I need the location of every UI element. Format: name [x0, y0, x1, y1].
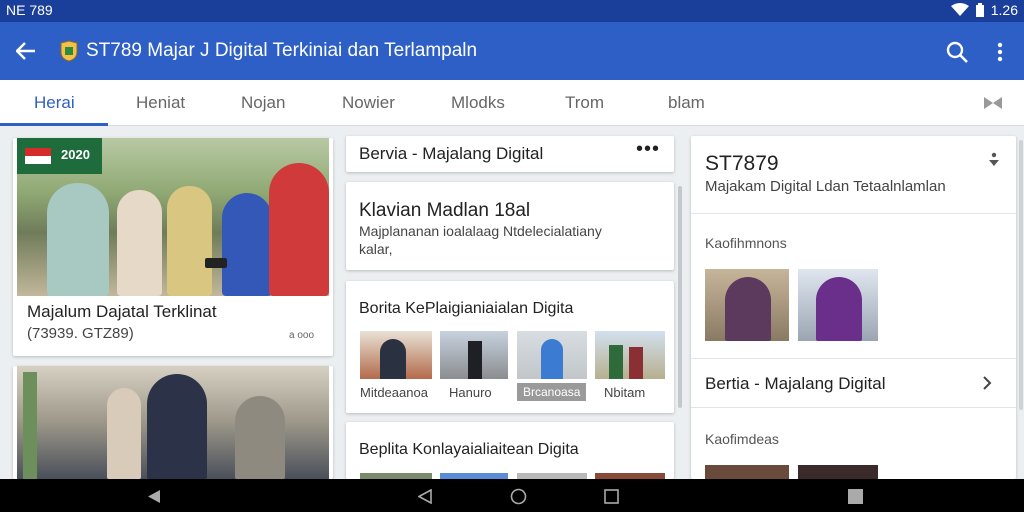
tab-herai[interactable]: Herai [34, 93, 75, 113]
more-horiz-icon[interactable]: ••• [636, 138, 660, 161]
hero-title: Majalum Dajatal Terklinat [27, 302, 217, 321]
man-in-suit [147, 374, 207, 479]
status-time: 1.26 [990, 2, 1018, 18]
section2-label: Kaofimdeas [705, 431, 779, 447]
gallery-thumb-4[interactable] [595, 331, 665, 379]
shield-logo-icon [60, 40, 78, 62]
app-bar: ST789 Majar J Digital Terkiniai dan Terl… [0, 22, 1024, 80]
gallery-card[interactable]: Borita KePlaigianiaialan Digita Mitdeaan… [346, 281, 674, 413]
phone-in-hand [205, 258, 227, 268]
back-triangle-icon[interactable] [147, 489, 161, 504]
gallery-caption-2: Hanuro [449, 385, 492, 400]
recents-square-icon[interactable] [604, 489, 619, 504]
divider-3 [691, 407, 1016, 408]
article-snippet-1: Majplananan ioalalaag Ntdelecialatiany [359, 223, 602, 239]
link-row[interactable]: Bertia - Majalang Digital [691, 359, 1016, 407]
hero-subtitle: (73939. GTZ89) [27, 325, 134, 342]
more-vert-icon[interactable] [996, 42, 1004, 62]
profile-subtitle: Majakam Digital Ldan Tetaalnlamlan [705, 178, 946, 195]
profile-title: ST7879 [705, 152, 779, 175]
back-arrow-icon[interactable] [16, 42, 36, 60]
second-news-card[interactable] [13, 366, 333, 479]
chevron-right-icon [983, 376, 992, 390]
status-left-text: NE 789 [6, 2, 53, 18]
tab-indicator [0, 123, 108, 126]
gallery-caption-1: Mitdeaanoa [360, 385, 428, 400]
person-right [235, 396, 285, 479]
tab-trom[interactable]: Trom [565, 93, 604, 113]
tab-nojan[interactable]: Nojan [241, 93, 285, 113]
hero-news-card[interactable]: 2020 Majalum Dajatal Terklinat (73939. G… [13, 138, 333, 356]
tab-heniat[interactable]: Heniat [136, 93, 185, 113]
gallery-caption-4: Nbitam [604, 385, 646, 400]
right-scrollbar[interactable] [1019, 140, 1023, 410]
side-thumb-3[interactable] [705, 465, 789, 479]
person-red-hijab [269, 163, 329, 296]
status-right: 1.26 [950, 2, 1018, 18]
gallery-thumb-3[interactable] [517, 331, 587, 379]
divider-1 [691, 213, 1016, 214]
recents-filled-icon[interactable] [848, 489, 863, 504]
side-thumb-1[interactable] [705, 269, 789, 341]
status-bar: NE 789 1.26 [0, 0, 1024, 22]
gallery-caption-3: Brcanoasa [517, 383, 587, 401]
tab-scroll-icon[interactable] [984, 97, 1002, 109]
person-left [107, 388, 141, 479]
person-4 [222, 193, 272, 296]
gallery-title: Borita KePlaigianiaialan Digita [359, 300, 574, 317]
article-card[interactable]: Klavian Madlan 18al Majplananan ioalalaa… [346, 182, 674, 270]
tab-bar: Herai Heniat Nojan Nowier Mlodks Trom bl… [0, 80, 1024, 126]
window-shutter [23, 372, 37, 479]
article-snippet-2: kalar, [359, 241, 393, 257]
second-photo [17, 366, 329, 479]
tab-blam[interactable]: blam [668, 93, 705, 113]
hero-badge-text: 2020 [61, 147, 90, 162]
partial-card[interactable]: Beplita Konlayaialiaitean Digita [346, 422, 674, 479]
person-hijab-1 [47, 183, 109, 296]
tab-nowier[interactable]: Nowier [342, 93, 395, 113]
home-circle-icon[interactable] [510, 488, 527, 505]
hero-meta: a ooo [289, 330, 315, 341]
side-thumb-4[interactable] [798, 465, 878, 479]
flag-icon [25, 148, 51, 164]
app-title: ST789 Majar J Digital Terkiniai dan Terl… [86, 40, 478, 61]
search-icon[interactable] [946, 41, 968, 63]
gallery-thumb-2[interactable] [440, 331, 508, 379]
system-nav-bar [0, 479, 1024, 512]
battery-icon [975, 2, 984, 17]
hero-photo: 2020 [17, 138, 329, 296]
side-panel: ST7879 Majakam Digital Ldan Tetaalnlamla… [691, 136, 1016, 479]
link-row-label: Bertia - Majalang Digital [705, 374, 886, 393]
person-2 [117, 190, 162, 296]
hero-badge: 2020 [17, 138, 102, 174]
gallery-thumb-1[interactable] [360, 331, 432, 379]
side-thumb-2[interactable] [798, 269, 878, 341]
channel-title: Bervia - Majalang Digital [359, 144, 544, 163]
tab-mlodks[interactable]: Mlodks [451, 93, 505, 113]
middle-scrollbar[interactable] [678, 186, 682, 408]
person-3 [167, 186, 212, 296]
partial-title: Beplita Konlayaialiaitean Digita [359, 441, 579, 458]
back-outline-icon[interactable] [418, 489, 432, 504]
profile-action-icon[interactable] [989, 152, 999, 168]
channel-header-card[interactable]: Bervia - Majalang Digital ••• [346, 136, 674, 172]
article-title: Klavian Madlan 18al [359, 200, 531, 221]
wifi-icon [950, 3, 969, 16]
section1-label: Kaofihmnons [705, 235, 787, 251]
